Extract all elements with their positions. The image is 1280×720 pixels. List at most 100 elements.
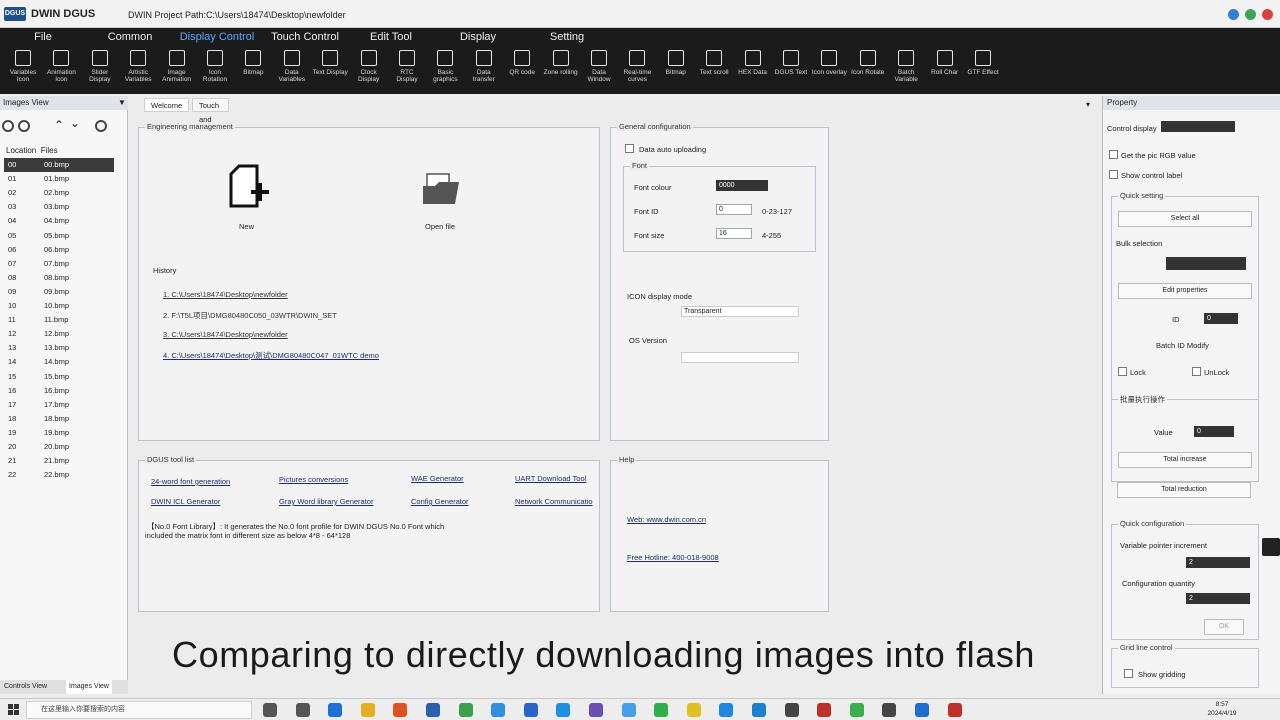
hotline-link[interactable]: Free Hotline: 400-018-9008 xyxy=(627,553,719,562)
tab-edit-tool[interactable]: Edit Tool xyxy=(358,28,424,46)
app-icon[interactable] xyxy=(556,703,571,717)
toolbar-tool-button[interactable]: Data transfer xyxy=(466,48,502,94)
app-icon[interactable] xyxy=(817,703,832,717)
lock-checkbox[interactable] xyxy=(1118,367,1127,376)
toolbar-tool-button[interactable]: Roll Char xyxy=(927,48,963,94)
file-row[interactable]: 10 10.bmp xyxy=(4,299,114,313)
edge-icon[interactable] xyxy=(328,703,343,717)
file-row[interactable]: 03 03.bmp xyxy=(4,200,114,214)
tab-display-control[interactable]: Display Control xyxy=(172,28,262,46)
toolbar-tool-button[interactable]: Variables Icon xyxy=(5,48,41,94)
close-button[interactable] xyxy=(1262,9,1273,20)
app-icon[interactable] xyxy=(882,703,897,717)
dgus-app-icon[interactable] xyxy=(915,703,929,717)
file-row[interactable]: 22 22.bmp xyxy=(4,468,114,482)
file-row[interactable]: 13 13.bmp xyxy=(4,341,114,355)
tool-link[interactable]: DWIN ICL Generator xyxy=(151,497,220,506)
tab-file[interactable]: File xyxy=(24,28,62,46)
file-manager-icon[interactable] xyxy=(295,703,310,717)
pin-icon[interactable]: ▼ xyxy=(118,98,126,107)
control-display-select[interactable] xyxy=(1161,121,1235,132)
toolbar-tool-button[interactable]: GTF Effect xyxy=(965,48,1001,94)
tab-display[interactable]: Display xyxy=(450,28,506,46)
file-row[interactable]: 05 05.bmp xyxy=(4,229,114,243)
minimize-button[interactable] xyxy=(1228,9,1239,20)
toolbar-tool-button[interactable]: DGUS Text xyxy=(773,48,809,94)
font-colour-field[interactable]: 0000 xyxy=(716,180,768,191)
app-icon[interactable] xyxy=(686,703,701,717)
tool-link[interactable]: UART Download Tool xyxy=(515,474,586,483)
total-increase-button[interactable]: Total increase xyxy=(1118,452,1252,468)
tool-link[interactable]: Config Generator xyxy=(411,497,469,506)
toolbar-tool-button[interactable]: Basic graphics xyxy=(427,48,463,94)
show-grid-checkbox[interactable] xyxy=(1124,669,1133,678)
toolbar-tool-button[interactable]: Text scroll xyxy=(696,48,732,94)
open-folder-icon[interactable] xyxy=(421,168,461,208)
toolbar-tool-button[interactable]: Bitmap xyxy=(235,48,271,94)
file-row[interactable]: 18 18.bmp xyxy=(4,412,114,426)
tab-images-view[interactable]: Images View xyxy=(66,680,112,694)
auto-upload-checkbox[interactable] xyxy=(625,144,634,153)
ok-button[interactable]: OK xyxy=(1204,619,1244,635)
word-icon[interactable] xyxy=(426,703,440,717)
icon-mode-select[interactable]: Transparent xyxy=(681,306,799,317)
toolbar-tool-button[interactable]: Data Window xyxy=(581,48,617,94)
toolbar-tool-button[interactable]: Icon Rotate xyxy=(850,48,886,94)
file-row[interactable]: 08 08.bmp xyxy=(4,271,114,285)
toolbar-tool-button[interactable]: Zone rolling xyxy=(543,48,579,94)
tool-link[interactable]: WAE Generator xyxy=(411,474,464,483)
unlock-checkbox[interactable] xyxy=(1192,367,1201,376)
tool-link[interactable]: Network Communicatio xyxy=(515,497,593,506)
show-label-checkbox[interactable] xyxy=(1109,170,1118,179)
file-row[interactable]: 01 01.bmp xyxy=(4,172,114,186)
refresh-icon[interactable] xyxy=(95,120,107,132)
toolbar-tool-button[interactable]: Batch Variable xyxy=(888,48,924,94)
toolbar-tool-button[interactable]: QR code xyxy=(504,48,540,94)
get-rgb-checkbox[interactable] xyxy=(1109,150,1118,159)
taskbar-search-input[interactable]: 在这里输入你要搜索的内容 xyxy=(26,701,252,719)
windows-start-icon[interactable] xyxy=(8,704,20,716)
toolbar-tool-button[interactable]: Clock Display xyxy=(351,48,387,94)
new-project-icon[interactable] xyxy=(225,164,271,210)
file-row[interactable]: 02 02.bmp xyxy=(4,186,114,200)
file-row[interactable]: 19 19.bmp xyxy=(4,426,114,440)
history-item[interactable]: 2. F:\T5L项目\DMG80480C050_03WTR\DWIN_SET xyxy=(163,310,337,321)
file-row[interactable]: 11 11.bmp xyxy=(4,313,114,327)
file-row[interactable]: 17 17.bmp xyxy=(4,398,114,412)
toolbar-tool-button[interactable]: Icon overlay xyxy=(811,48,847,94)
toolbar-tool-button[interactable]: Bitmap xyxy=(658,48,694,94)
app-icon[interactable] xyxy=(784,703,799,717)
toolbar-tool-button[interactable]: Animation Icon xyxy=(43,48,79,94)
maximize-button[interactable] xyxy=(1245,9,1256,20)
app-icon[interactable] xyxy=(849,703,864,717)
tool-link[interactable]: 24-word font generation xyxy=(151,477,230,486)
toolbar-tool-button[interactable]: HEX Data xyxy=(735,48,771,94)
toolbar-tool-button[interactable]: Real-time curves xyxy=(619,48,655,94)
move-up-icon[interactable]: ⌃ xyxy=(54,118,64,132)
app-icon[interactable] xyxy=(719,703,734,717)
toolbar-tool-button[interactable]: Image Animation xyxy=(159,48,195,94)
tab-setting[interactable]: Setting xyxy=(540,28,594,46)
os-version-select[interactable] xyxy=(681,352,799,363)
font-id-field[interactable]: 0 xyxy=(716,204,752,215)
system-clock[interactable]: 8:57 2024/4/19 xyxy=(1196,700,1248,718)
toolbar-tool-button[interactable]: Artistic Variables xyxy=(120,48,156,94)
tab-common[interactable]: Common xyxy=(100,28,160,46)
toolbar-tool-button[interactable]: Text Display xyxy=(312,48,348,94)
font-size-field[interactable]: 16 xyxy=(716,228,752,239)
wechat-icon[interactable] xyxy=(654,703,669,717)
toolbar-tool-button[interactable]: Slider Display xyxy=(82,48,118,94)
app-icon[interactable] xyxy=(947,703,962,717)
select-all-button[interactable]: Select all xyxy=(1118,211,1252,227)
app-icon[interactable] xyxy=(491,703,506,717)
history-item[interactable]: 4. C:\Users\18474\Desktop\测试\DMG80480C04… xyxy=(163,350,379,361)
app-icon[interactable] xyxy=(523,703,538,717)
total-reduction-button[interactable]: Total reduction xyxy=(1117,482,1251,498)
remove-icon[interactable] xyxy=(18,120,30,132)
tool-link[interactable]: Pictures conversions xyxy=(279,475,348,484)
file-row[interactable]: 07 07.bmp xyxy=(4,257,114,271)
file-row[interactable]: 14 14.bmp xyxy=(4,355,114,369)
tab-touch-control[interactable]: Touch Control xyxy=(264,28,346,46)
file-row[interactable]: 09 09.bmp xyxy=(4,285,114,299)
file-row[interactable]: 04 04.bmp xyxy=(4,214,114,228)
